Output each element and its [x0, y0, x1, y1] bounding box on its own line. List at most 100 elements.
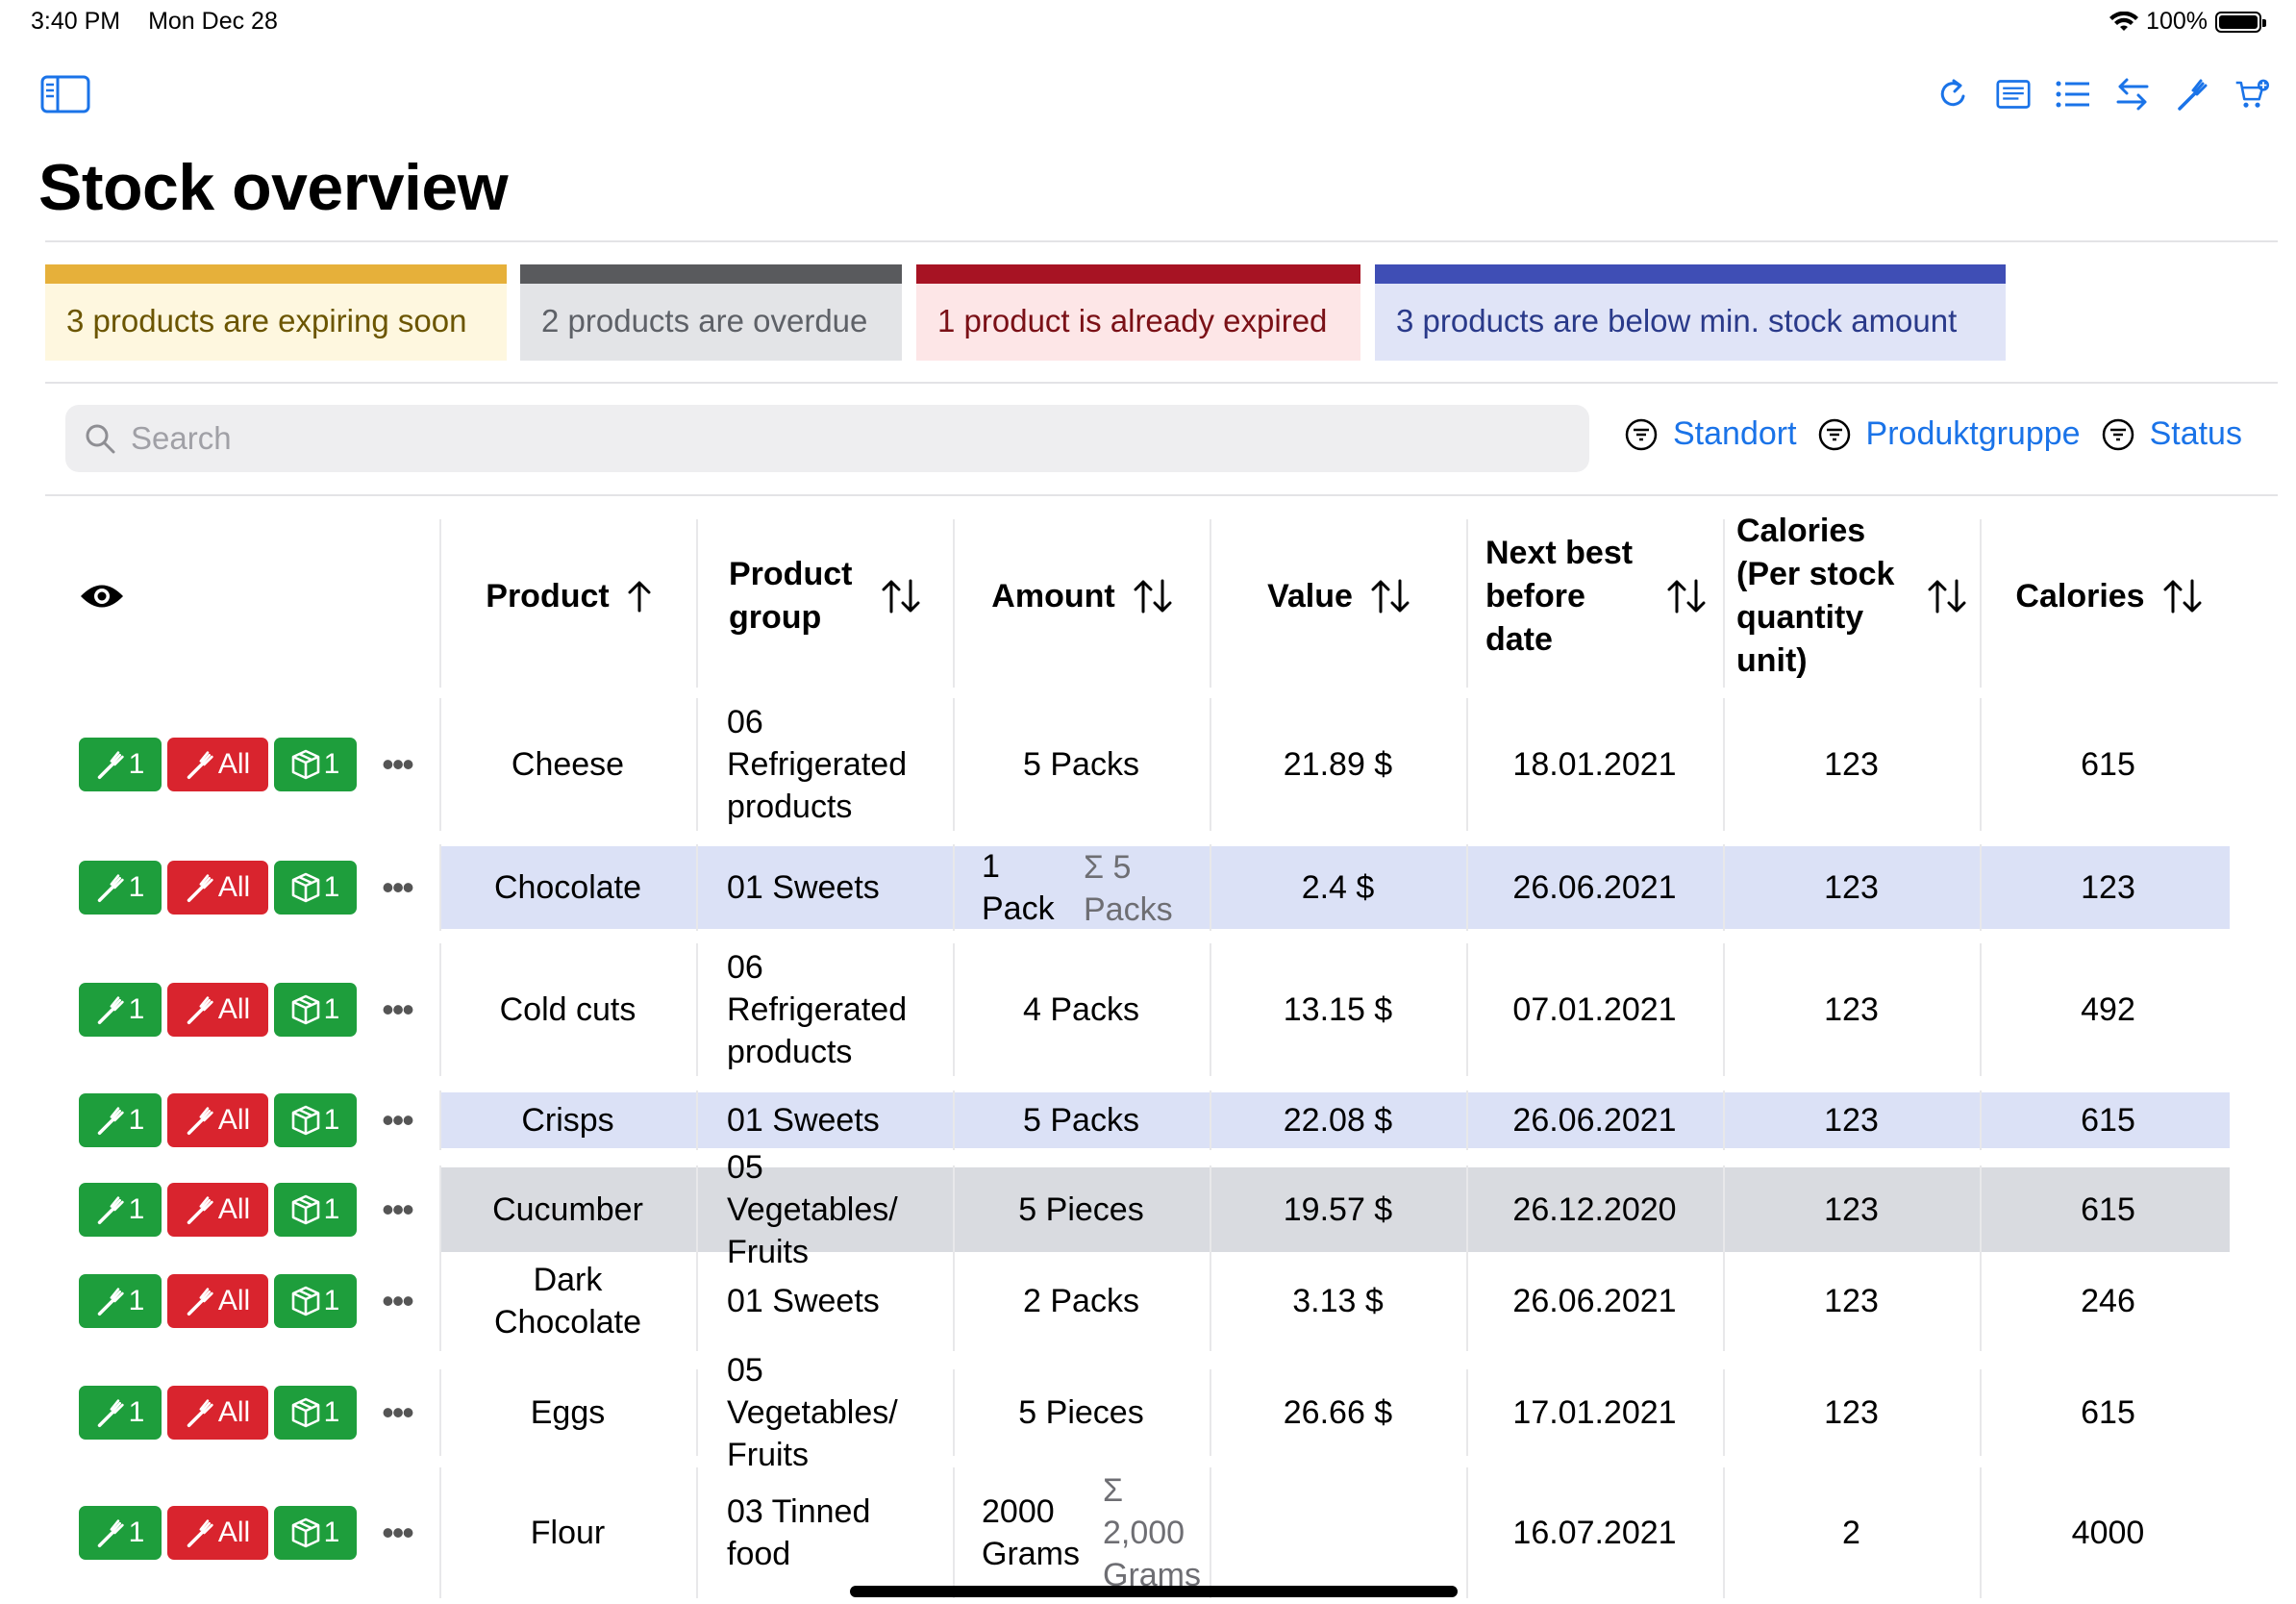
column-divider [1723, 1467, 1725, 1598]
header-column-divider [439, 519, 441, 688]
date-text: 17.01.2021 [1512, 1394, 1677, 1431]
consume-one-button[interactable]: 1 [79, 861, 162, 915]
open-one-button[interactable]: 1 [274, 1093, 357, 1147]
column-header-amount[interactable]: Amount [955, 510, 1210, 683]
consume-one-button[interactable]: 1 [79, 1183, 162, 1237]
product-text: Chocolate [493, 869, 642, 906]
more-options-button[interactable]: ••• [378, 1392, 416, 1433]
more-options-button[interactable]: ••• [378, 744, 416, 785]
consume-one-button[interactable]: 1 [79, 1386, 162, 1440]
cell-cal_unit: 123 [1723, 1371, 1980, 1454]
more-options-button[interactable]: ••• [378, 990, 416, 1030]
list-button[interactable] [2056, 75, 2090, 113]
shopping-cart-add-icon [2235, 79, 2269, 108]
consume-all-button[interactable]: All [167, 861, 268, 915]
sidebar-toggle-button[interactable] [40, 75, 90, 118]
column-header-value[interactable]: Value [1211, 510, 1466, 683]
column-divider [953, 1251, 955, 1351]
alert-below-min-stock[interactable]: 3 products are below min. stock amount [1375, 264, 2006, 361]
transfer-button[interactable] [2115, 75, 2150, 113]
refresh-button[interactable] [1936, 75, 1971, 113]
cell-product[interactable]: Dark Chocolate [439, 1253, 696, 1349]
product-text: Cucumber [492, 1191, 643, 1228]
filter-location-button[interactable]: Standort [1625, 415, 1797, 453]
open-one-label: 1 [323, 1193, 340, 1225]
consume-one-button[interactable]: 1 [79, 1093, 162, 1147]
more-options-button[interactable]: ••• [378, 1513, 416, 1553]
consume-all-button[interactable]: All [167, 983, 268, 1037]
cell-product[interactable]: Flour [439, 1469, 696, 1596]
value-text: 3.13 $ [1292, 1283, 1384, 1319]
search-input[interactable] [129, 419, 1479, 458]
column-header-calories-per-unit[interactable]: Calories (Per stock quantity unit) [1725, 510, 1980, 683]
column-header-product-group[interactable]: Product group [698, 510, 953, 683]
open-one-button[interactable]: 1 [274, 1506, 357, 1560]
open-one-label: 1 [323, 993, 340, 1025]
open-one-button[interactable]: 1 [274, 983, 357, 1037]
alert-overdue[interactable]: 2 products are overdue [520, 264, 902, 361]
column-header-product[interactable]: Product [441, 510, 696, 683]
alert-expiring-soon[interactable]: 3 products are expiring soon [45, 264, 507, 361]
open-one-button[interactable]: 1 [274, 861, 357, 915]
consume-all-button[interactable]: All [167, 1183, 268, 1237]
consume-one-button[interactable]: 1 [79, 1506, 162, 1560]
open-one-button[interactable]: 1 [274, 738, 357, 791]
open-one-button[interactable]: 1 [274, 1183, 357, 1237]
cell-product[interactable]: Eggs [439, 1371, 696, 1454]
search-bar[interactable] [65, 405, 1589, 472]
consume-all-button[interactable]: All [167, 1506, 268, 1560]
consume-all-button[interactable]: All [167, 1274, 268, 1328]
more-options-button[interactable]: ••• [378, 1190, 416, 1230]
consume-all-label: All [217, 1516, 251, 1548]
open-one-button[interactable]: 1 [274, 1386, 357, 1440]
journal-button[interactable] [1996, 75, 2031, 113]
filter-status-label: Status [2149, 415, 2242, 452]
cell-product[interactable]: Cucumber [439, 1167, 696, 1252]
filter-status-button[interactable]: Status [2102, 415, 2242, 453]
open-one-label: 1 [323, 871, 340, 903]
filter-icon [1625, 418, 1658, 450]
column-header-calories[interactable]: Calories [1982, 510, 2236, 683]
header-column-divider [953, 519, 955, 688]
consume-all-label: All [217, 1285, 251, 1316]
column-divider [696, 844, 698, 931]
column-header-next-best-before[interactable]: Next best before date [1468, 510, 1723, 683]
cal_unit-text: 123 [1824, 991, 1879, 1028]
cell-product[interactable]: Crisps [439, 1092, 696, 1148]
more-options-button[interactable]: ••• [378, 1100, 416, 1140]
more-options-button[interactable]: ••• [378, 867, 416, 908]
open-one-button[interactable]: 1 [274, 1274, 357, 1328]
cell-product[interactable]: Chocolate [439, 846, 696, 929]
date-text: 26.06.2021 [1512, 1102, 1677, 1139]
consume-one-button[interactable]: 1 [79, 1274, 162, 1328]
column-divider [953, 1369, 955, 1456]
more-options-button[interactable]: ••• [378, 1281, 416, 1321]
column-divider [1723, 1369, 1725, 1456]
date-text: 16.07.2021 [1512, 1515, 1677, 1551]
header-column-divider [1466, 519, 1468, 688]
value-text: 13.15 $ [1283, 991, 1393, 1028]
cell-cal_unit: 2 [1723, 1469, 1980, 1596]
column-header-calories-label: Calories [2015, 577, 2145, 614]
cell-cal_unit: 123 [1723, 700, 1980, 829]
consume-all-button[interactable]: All [167, 738, 268, 791]
alert-expired[interactable]: 1 product is already expired [916, 264, 1360, 361]
cell-product[interactable]: Cold cuts [439, 945, 696, 1074]
consume-button[interactable] [2175, 75, 2209, 113]
consume-one-button[interactable]: 1 [79, 983, 162, 1037]
alert-below-min-stock-text: 3 products are below min. stock amount [1396, 303, 1958, 338]
consume-all-button[interactable]: All [167, 1386, 268, 1440]
consume-one-label: 1 [128, 1396, 145, 1428]
filter-product-group-button[interactable]: Produktgruppe [1818, 415, 2081, 453]
open-package-icon [291, 1517, 319, 1548]
column-header-amount-label: Amount [991, 577, 1115, 614]
sort-icon [1371, 579, 1410, 614]
value-text: 21.89 $ [1283, 746, 1393, 783]
cell-product[interactable]: Cheese [439, 700, 696, 829]
add-to-shopping-list-button[interactable] [2234, 75, 2269, 113]
column-visibility-toggle[interactable] [79, 510, 439, 683]
consume-one-button[interactable]: 1 [79, 738, 162, 791]
cal_unit-text: 123 [1824, 1283, 1879, 1319]
consume-all-button[interactable]: All [167, 1093, 268, 1147]
cell-cal_unit: 123 [1723, 945, 1980, 1074]
